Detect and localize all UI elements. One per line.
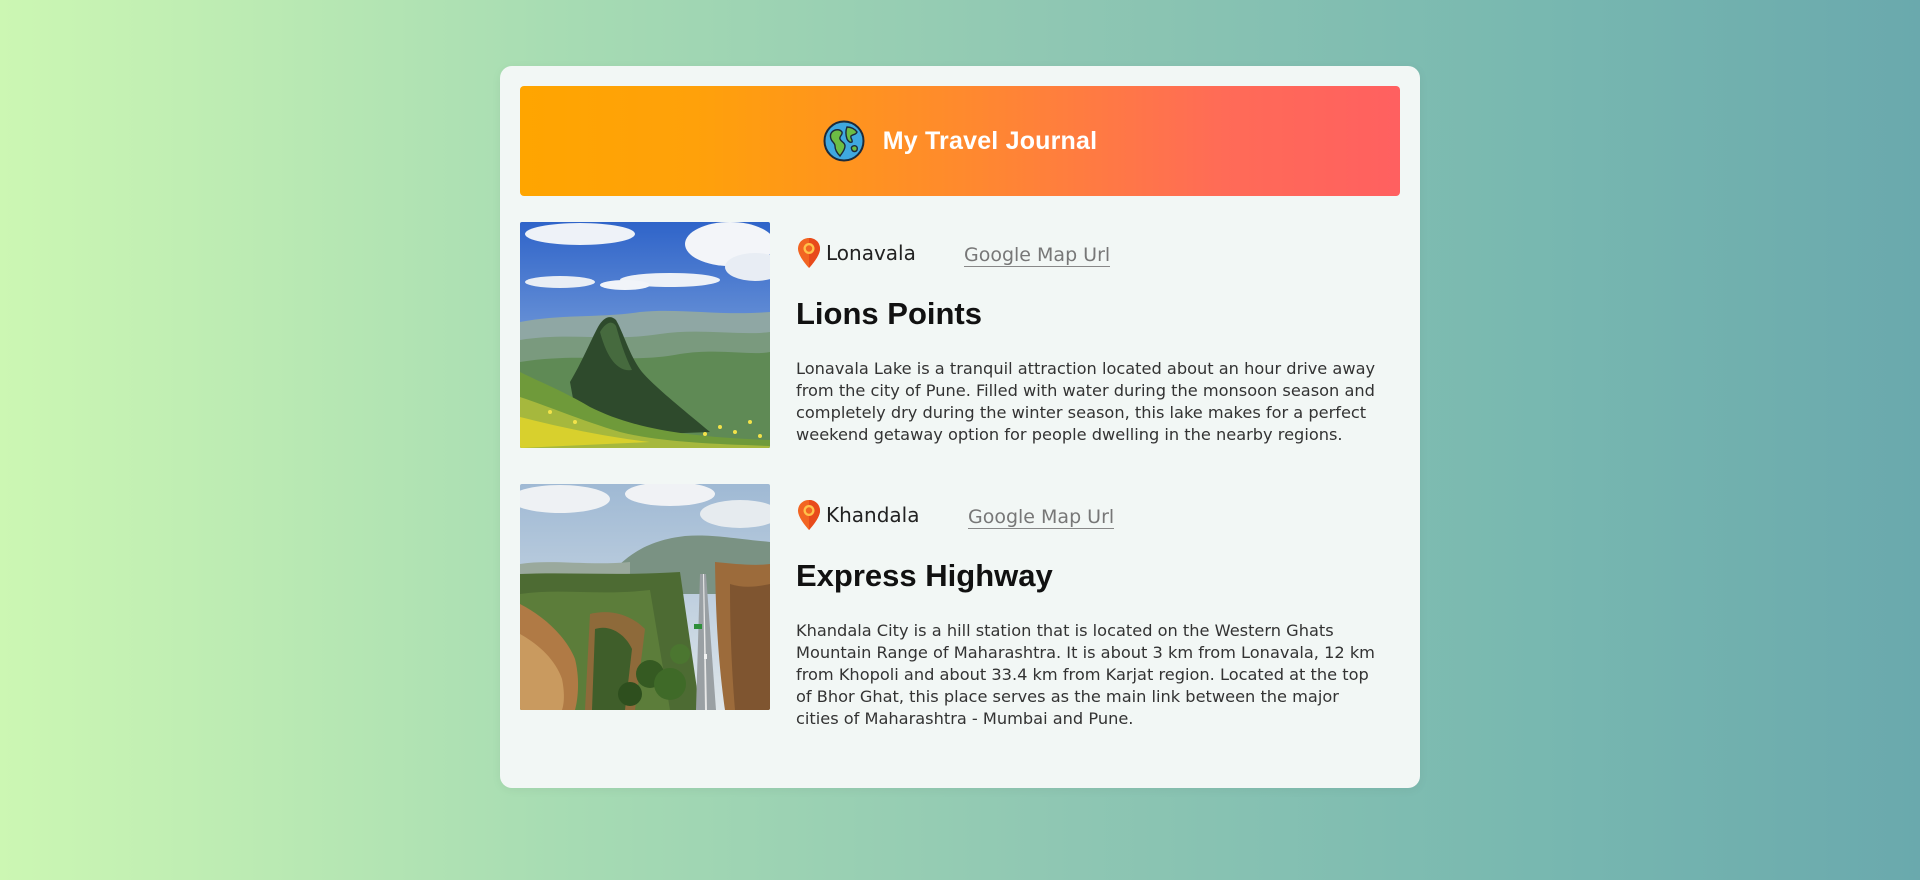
google-map-link[interactable]: Google Map Url (968, 506, 1115, 529)
location-row: Lonavala (796, 236, 916, 270)
place-description: Khandala City is a hill station that is … (796, 621, 1375, 728)
map-pin-icon (798, 500, 820, 530)
google-map-link[interactable]: Google Map Url (964, 244, 1111, 267)
mountain-peak-photo (520, 222, 770, 448)
place-description: Lonavala Lake is a tranquil attraction l… (796, 359, 1376, 444)
valley-highway-photo (520, 484, 770, 710)
journal-title: My Travel Journal (882, 126, 1098, 155)
map-pin-icon (798, 238, 820, 268)
location-row: Khandala (796, 498, 920, 532)
journal-header: My Travel Journal (520, 86, 1400, 196)
location-name: Khandala (826, 503, 920, 527)
location-name: Lonavala (826, 241, 916, 265)
place-title: Lions Points (796, 296, 982, 331)
journal-card: My Travel Journal Lonavala Google Map Ur… (500, 66, 1420, 788)
globe-icon (823, 120, 865, 162)
place-title: Express Highway (796, 558, 1053, 593)
